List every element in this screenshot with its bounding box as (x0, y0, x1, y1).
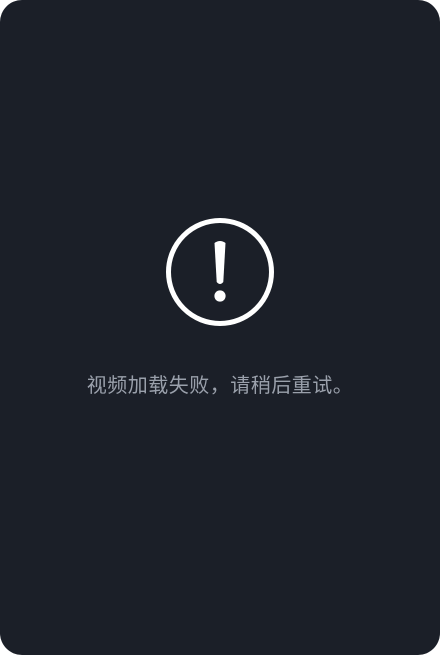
error-state: 视频加载失败，请稍后重试。 (0, 0, 440, 655)
exclamation-circle-icon (164, 216, 276, 328)
error-message: 视频加载失败，请稍后重试。 (86, 373, 354, 397)
video-player: 视频加载失败，请稍后重试。 (0, 0, 440, 655)
